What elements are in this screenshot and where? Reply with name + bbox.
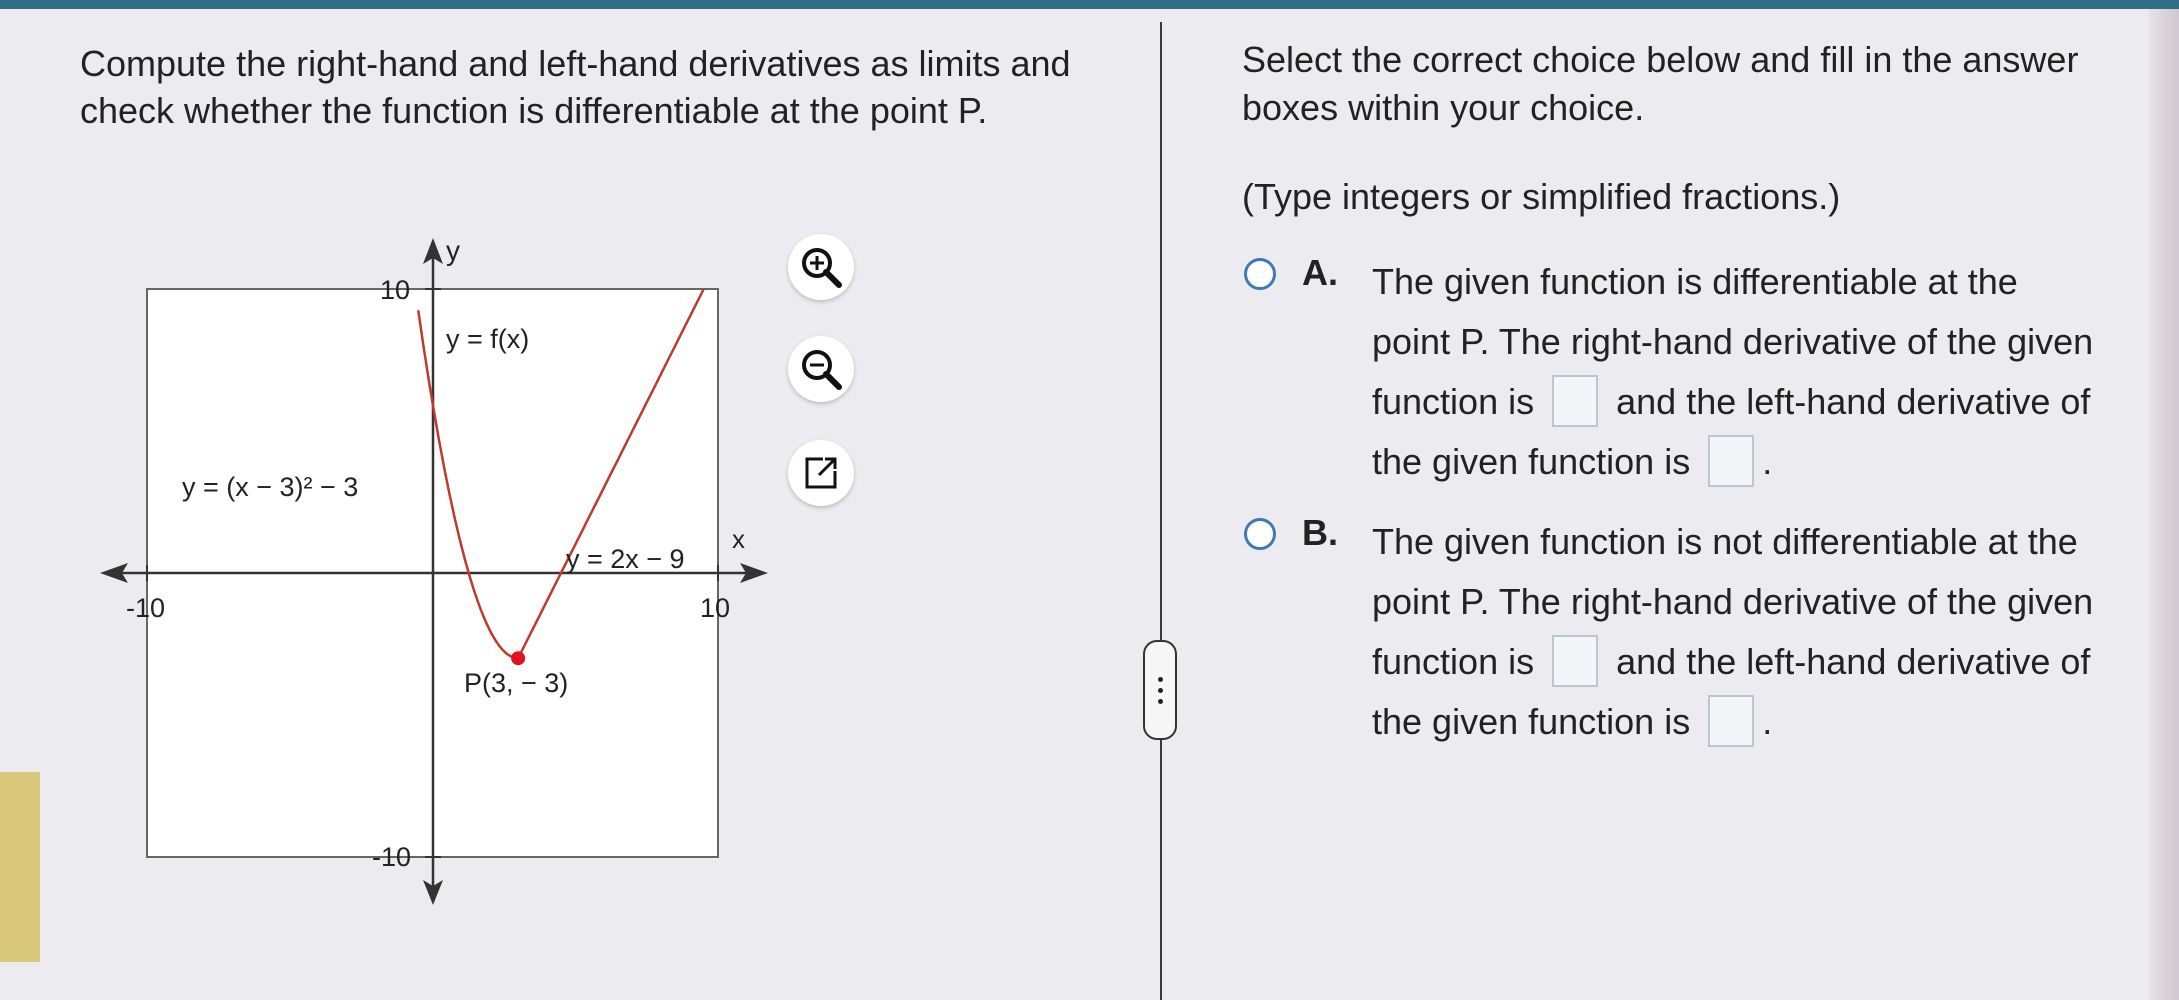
choice-b-right-derivative-input[interactable] (1552, 635, 1599, 688)
zoom-in-icon (802, 248, 842, 288)
choice-a-letter: A. (1302, 252, 1338, 293)
choice-a-radio[interactable] (1244, 258, 1276, 290)
choice-b-period: . (1762, 701, 1773, 742)
tick-label-bottom: -10 (372, 842, 411, 872)
resize-handle[interactable] (1143, 640, 1177, 740)
choice-a-text: The given function is differentiable at … (1372, 252, 2102, 492)
choice-a-right-derivative-input[interactable] (1552, 375, 1599, 428)
choice-b-letter: B. (1302, 512, 1338, 553)
window-edge (2149, 9, 2179, 1000)
instructions-text: Select the correct choice below and fill… (1242, 39, 2079, 128)
popout-button[interactable] (788, 440, 854, 506)
popout-icon (805, 457, 837, 489)
tick-label-right: 10 (700, 593, 730, 623)
question-text: Compute the right-hand and left-hand der… (80, 43, 1071, 131)
right-piece-label: y = 2x − 9 (566, 544, 685, 574)
top-bar (0, 0, 2179, 9)
tick-label-left: -10 (126, 593, 165, 623)
x-axis-label: x (732, 524, 745, 554)
panel-divider (1160, 22, 1162, 1000)
choice-a-period: . (1762, 441, 1773, 482)
function-label: y = f(x) (446, 324, 529, 354)
tick-label-top: 10 (380, 275, 410, 305)
zoom-out-button[interactable] (788, 336, 854, 402)
choice-a-left-derivative-input[interactable] (1708, 435, 1755, 488)
choice-b-text: The given function is not differentiable… (1372, 512, 2102, 752)
hint-text: (Type integers or simplified fractions.) (1242, 176, 1841, 217)
point-p (511, 651, 526, 666)
zoom-in-button[interactable] (788, 234, 854, 300)
side-tab[interactable] (0, 772, 40, 962)
choice-b-radio[interactable] (1244, 518, 1276, 550)
zoom-out-icon (802, 350, 842, 390)
function-graph: y x 10 -10 -10 10 y = f(x) y = (x − 3)² … (100, 235, 768, 905)
left-piece-label: y = (x − 3)² − 3 (182, 472, 358, 502)
point-label: P(3, − 3) (464, 668, 568, 698)
choice-b-left-derivative-input[interactable] (1708, 695, 1755, 748)
y-axis-label: y (446, 235, 460, 266)
